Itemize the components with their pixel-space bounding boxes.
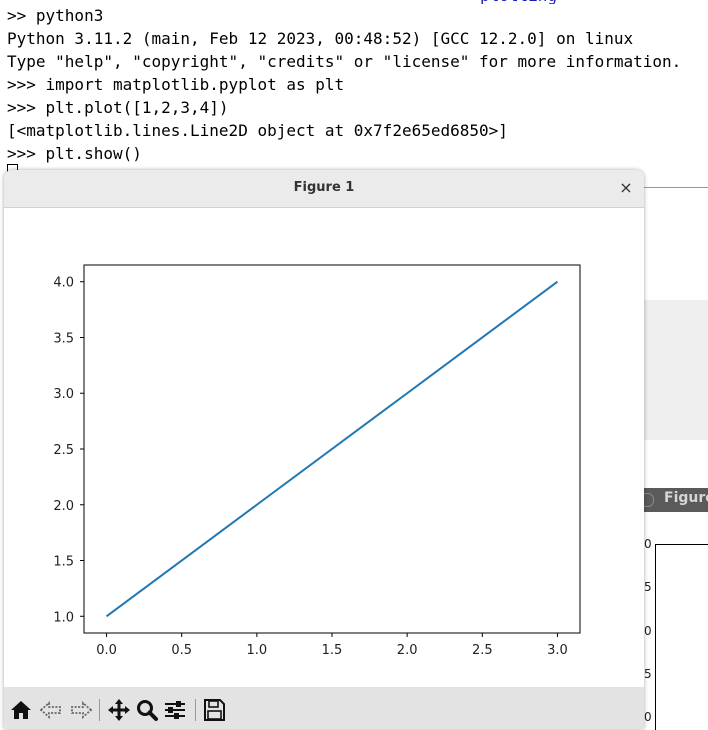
plot-canvas[interactable]: 0.0 0.5 1.0 1.5 2.0 2.5 3.0 1.0 1.5 2.0 2.5 3.0 3.5 4… (4, 208, 644, 687)
background-panel (644, 300, 708, 440)
terminal-line: >>> import matplotlib.pyplot as plt (7, 75, 345, 94)
terminal-partial-line: plotting (480, 0, 557, 4)
close-button[interactable]: × (616, 178, 636, 198)
line-chart: 0.0 0.5 1.0 1.5 2.0 2.5 3.0 1.0 1.5 2.0 2.5 3.0 3.5 4… (53, 264, 581, 658)
background-tick-label: 5 (644, 667, 652, 681)
figure-titlebar[interactable]: Figure 1 × (4, 170, 644, 208)
subplots-config-button[interactable] (162, 697, 188, 723)
x-tick-label: 2.5 (472, 643, 493, 658)
terminal-line: >>> plt.plot([1,2,3,4]) (7, 98, 229, 117)
home-button[interactable] (8, 697, 34, 723)
navigation-toolbar (4, 687, 644, 729)
figure-title: Figure 1 (293, 180, 355, 195)
x-tick-label: 0.5 (171, 643, 192, 658)
figure-window[interactable]: Figure 1 × 0.0 0.5 1.0 1.5 2.0 2.5 3.0 1.0 1.5 2.… (4, 170, 644, 729)
background-tick-label: 0 (644, 624, 652, 638)
terminal-line: Type "help", "copyright", "credits" or "… (7, 52, 682, 71)
subplots-config-icon (165, 701, 185, 719)
x-tick-label: 1.5 (322, 643, 343, 658)
pan-button[interactable] (106, 697, 132, 723)
save-button[interactable] (201, 697, 227, 723)
zoom-icon (137, 700, 158, 721)
x-tick-label: 1.0 (247, 643, 268, 658)
background-window-edge (644, 187, 708, 188)
y-tick-label: 4.0 (53, 276, 74, 291)
background-figure-title: Figure (664, 490, 708, 506)
y-tick-label: 1.0 (53, 610, 74, 625)
back-icon (39, 701, 61, 719)
terminal-line: >> python3 (7, 6, 104, 25)
terminal-prompt-line: >>> plt.show() (7, 144, 142, 163)
terminal-line: Python 3.11.2 (main, Feb 12 2023, 00:48:… (7, 29, 634, 48)
terminal-line: [<matplotlib.lines.Line2D object at 0x7f… (7, 121, 508, 140)
x-tick-label: 0.0 (96, 643, 117, 658)
forward-icon (71, 701, 93, 719)
background-tick-label: 0 (644, 710, 652, 724)
background-tick-label: 5 (644, 580, 652, 594)
y-tick-label: 2.0 (53, 499, 74, 514)
terminal-window[interactable]: plotting >> python3 Python 3.11.2 (main,… (0, 0, 708, 180)
home-icon (11, 701, 31, 719)
x-tick-label: 2.0 (397, 643, 418, 658)
y-tick-label: 2.5 (53, 443, 74, 458)
close-icon: × (619, 178, 633, 197)
back-button[interactable] (38, 697, 64, 723)
background-plot-frame (655, 544, 708, 730)
y-tick-label: 1.5 (53, 555, 74, 570)
background-tick-label: 0 (644, 537, 652, 551)
zoom-button[interactable] (134, 697, 160, 723)
y-tick-label: 3.0 (53, 387, 74, 402)
y-tick-label: 3.5 (53, 331, 74, 346)
forward-button[interactable] (68, 697, 94, 723)
toolbar-separator (99, 699, 100, 721)
pan-icon (108, 699, 130, 721)
toolbar-separator (195, 699, 196, 721)
x-tick-label: 3.0 (547, 643, 568, 658)
save-icon (204, 699, 225, 721)
